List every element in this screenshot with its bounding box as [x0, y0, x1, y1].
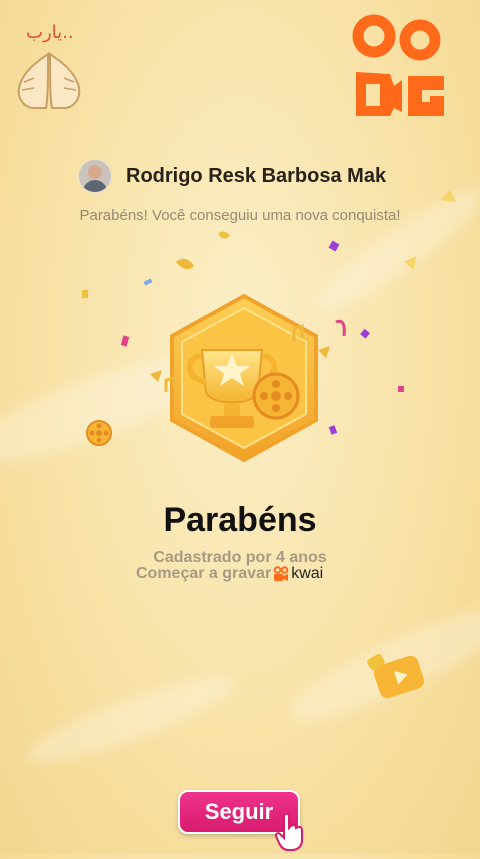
play-ticket-icon [362, 646, 428, 702]
kwai-mini-icon [273, 566, 289, 581]
start-recording-text: Começar a gravar [136, 565, 272, 582]
achievement-headline: Parabéns [163, 501, 317, 539]
film-reel-icon [84, 418, 114, 448]
trophy-badge [158, 292, 330, 464]
follow-button-label: Seguir [204, 799, 274, 824]
pointer-hand-icon [274, 812, 306, 852]
start-recording-line: Começar a gravar kwai [136, 565, 323, 583]
kwai-brand: kwai [273, 565, 323, 583]
kwai-brand-text: kwai [291, 565, 324, 582]
